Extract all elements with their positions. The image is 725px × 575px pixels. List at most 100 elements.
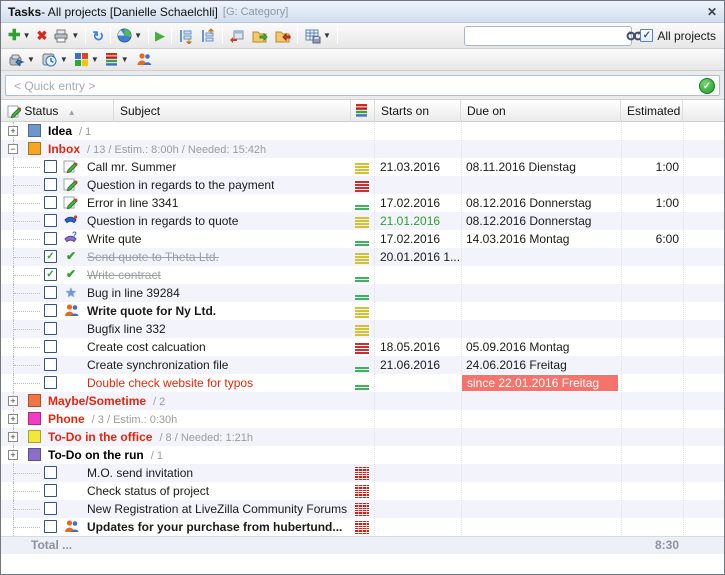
group-label: Idea/ 1 [48,122,91,141]
task-checkbox[interactable] [44,286,57,299]
task-row[interactable]: Write quote for Ny Ltd. [1,302,724,320]
task-row[interactable]: Double check website for typossince 22.0… [1,374,724,392]
tree-line [14,527,40,528]
column-header-subject[interactable]: Subject [114,100,351,122]
chevron-down-icon: ▼ [27,56,35,64]
run-button[interactable]: ▶ [152,26,168,46]
export-button[interactable] [248,26,271,46]
column-header-extra [683,100,712,122]
print-icon [53,28,69,44]
expander-toggle-icon[interactable]: + [8,396,18,406]
column-header-status[interactable]: Status ▲ [1,100,114,122]
chevron-down-icon: ▼ [60,56,68,64]
group-row[interactable]: +To-Do on the run/ 1 [1,446,724,464]
group-row[interactable]: − Inbox/ 13 / Estim.: 8:00h / Needed: 15:… [1,140,724,158]
task-row[interactable]: Bugfix line 332 [1,320,724,338]
task-subject: Call mr. Summer [87,158,176,176]
column-guide [621,122,622,553]
task-row[interactable]: Create synchronization file21.06.201624.… [1,356,724,374]
priority-indicator-icon [355,358,371,372]
task-checkbox[interactable] [44,502,57,515]
people-icon [63,303,79,319]
collapse-all-button[interactable] [197,26,219,46]
toolbar-separator [337,27,338,44]
task-checkbox[interactable] [44,196,57,209]
add-task-icon: ✚ [8,28,21,43]
task-checkbox[interactable] [44,232,57,245]
task-row[interactable]: ★Bug in line 39284 [1,284,724,302]
group-row[interactable]: + Idea/ 1 [1,122,724,140]
search-input[interactable] [471,29,626,43]
toolbar-separator [85,27,86,44]
export-red-icon [274,28,291,44]
task-row[interactable]: ✓✔Send quote to Theta Ltd.20.01.2016 1..… [1,248,724,266]
task-row[interactable]: Question in regards to the payment [1,176,724,194]
expander-toggle-icon[interactable]: − [8,144,18,154]
total-estimated: 8:30 [621,537,679,554]
group-row[interactable]: + Phone/ 3 / Estim.: 0:30h [1,410,724,428]
column-header-starts[interactable]: Starts on [375,100,461,122]
expander-toggle-icon[interactable]: + [8,414,18,424]
group-row[interactable]: +Maybe/Sometime/ 2 [1,392,724,410]
task-row[interactable]: Error in line 334117.02.201608.12.2016 D… [1,194,724,212]
task-checkbox[interactable] [44,304,57,317]
priority-button[interactable]: ▼ [102,50,132,70]
report-button[interactable]: ▼ [5,50,38,70]
close-icon[interactable]: ✕ [707,5,717,19]
task-row[interactable]: ?Write qute17.02.201614.03.2016 Montag6:… [1,230,724,248]
task-subject: Question in regards to the payment [87,176,274,194]
expander-toggle-icon[interactable]: + [8,432,18,442]
task-row[interactable]: Check status of project [1,482,724,500]
delegate-button[interactable] [132,50,156,70]
import-button[interactable] [271,26,294,46]
task-checkbox[interactable] [44,358,57,371]
title-grouping: [G: Category] [223,6,288,18]
search-box[interactable] [464,26,632,46]
task-checkbox[interactable]: ✓ [44,250,57,263]
task-checkbox[interactable] [44,466,57,479]
chart-button[interactable]: ▼ [114,26,145,46]
task-checkbox[interactable] [44,178,57,191]
task-row[interactable]: M.O. send invitation [1,464,724,482]
category-button[interactable]: ▼ [71,50,102,70]
task-checkbox[interactable] [44,160,57,173]
move-task-button[interactable] [226,26,248,46]
quick-entry-input[interactable] [5,75,720,96]
task-row[interactable]: Create cost calcuation18.05.201605.09.20… [1,338,724,356]
task-row[interactable]: Call mr. Summer21.03.201608.11.2016 Dien… [1,158,724,176]
task-checkbox[interactable] [44,376,57,389]
table-layout-button[interactable]: ▼ [301,26,334,46]
tree-line [14,239,40,240]
tree-line [14,221,40,222]
tree-line [14,275,40,276]
task-row[interactable]: Updates for your purchase from hubertund… [1,518,724,536]
group-label: Phone/ 3 / Estim.: 0:30h [48,410,177,429]
delete-task-button[interactable]: ✖ [34,26,51,46]
all-projects-toggle[interactable]: ✓ All projects [640,29,716,43]
task-row[interactable]: Question in regards to quote21.01.201608… [1,212,724,230]
refresh-button[interactable]: ↻ [89,26,107,46]
task-checkbox[interactable]: ✓ [44,268,57,281]
task-checkbox[interactable] [44,340,57,353]
task-checkbox[interactable] [44,484,57,497]
column-header-estimated[interactable]: Estimated [621,100,683,122]
due-on-value: 05.09.2016 Montag [466,338,569,356]
column-header-due[interactable]: Due on [461,100,621,122]
task-row[interactable]: ✓✔Write contract [1,266,724,284]
timer-button[interactable]: ▼ [38,50,71,70]
group-label: Inbox/ 13 / Estim.: 8:00h / Needed: 15:4… [48,140,266,159]
add-task-button[interactable]: ✚▼ [5,26,34,46]
expander-toggle-icon[interactable]: + [8,450,18,460]
task-row[interactable]: New Registration at LiveZilla Community … [1,500,724,518]
expander-toggle-icon[interactable]: + [8,126,18,136]
toolbar-separator [297,27,298,44]
task-checkbox[interactable] [44,214,57,227]
group-row[interactable]: + To-Do in the office/ 8 / Needed: 1:21h [1,428,724,446]
task-checkbox[interactable] [44,322,57,335]
group-label: To-Do in the office/ 8 / Needed: 1:21h [48,428,253,447]
print-button[interactable]: ▼ [50,26,82,46]
quick-entry-confirm-button[interactable]: ✓ [699,78,715,94]
expand-all-button[interactable] [175,26,197,46]
column-header-priority[interactable] [351,100,375,122]
task-checkbox[interactable] [44,520,57,533]
